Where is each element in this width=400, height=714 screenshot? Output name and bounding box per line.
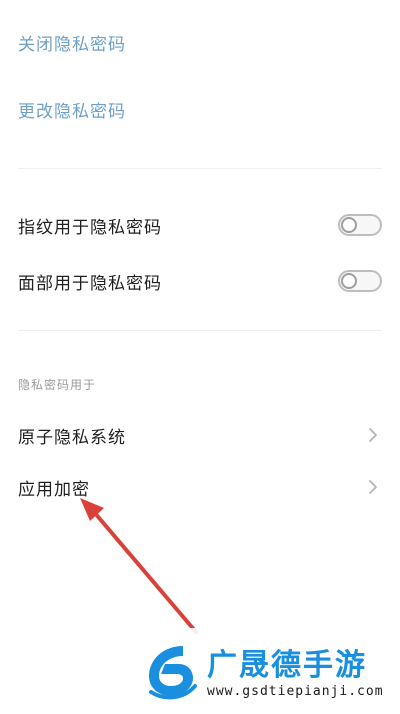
section-divider: [18, 330, 382, 331]
toggle-knob: [341, 273, 357, 289]
fingerprint-toggle[interactable]: [338, 214, 382, 236]
close-privacy-password-button[interactable]: 关闭隐私密码: [0, 26, 400, 58]
list-item-label: 应用加密: [18, 479, 90, 500]
toggle-knob: [341, 217, 357, 233]
chevron-right-icon: [369, 428, 377, 442]
chevron-right-icon: [369, 480, 377, 494]
face-label: 面部用于隐私密码: [18, 273, 162, 294]
fingerprint-label: 指纹用于隐私密码: [18, 217, 162, 238]
change-privacy-password-label: 更改隐私密码: [18, 101, 126, 122]
site-logo-icon: [149, 646, 197, 700]
list-item-app-encryption[interactable]: 应用加密: [0, 470, 400, 504]
fingerprint-setting-row: 指纹用于隐私密码: [0, 208, 400, 242]
watermark-title: 广晟德手游: [207, 648, 367, 683]
face-toggle[interactable]: [338, 270, 382, 292]
list-item-atomic-privacy-system[interactable]: 原子隐私系统: [0, 418, 400, 452]
list-item-label: 原子隐私系统: [18, 427, 126, 448]
watermark-url: www.gsdtiepianji.com: [207, 684, 384, 699]
change-privacy-password-button[interactable]: 更改隐私密码: [0, 93, 400, 125]
watermark: 广晟德手游 www.gsdtiepianji.com: [135, 628, 400, 714]
usage-section-title: 隐私密码用于: [18, 378, 97, 392]
face-setting-row: 面部用于隐私密码: [0, 264, 400, 298]
section-divider: [18, 168, 382, 169]
close-privacy-password-label: 关闭隐私密码: [18, 34, 126, 55]
